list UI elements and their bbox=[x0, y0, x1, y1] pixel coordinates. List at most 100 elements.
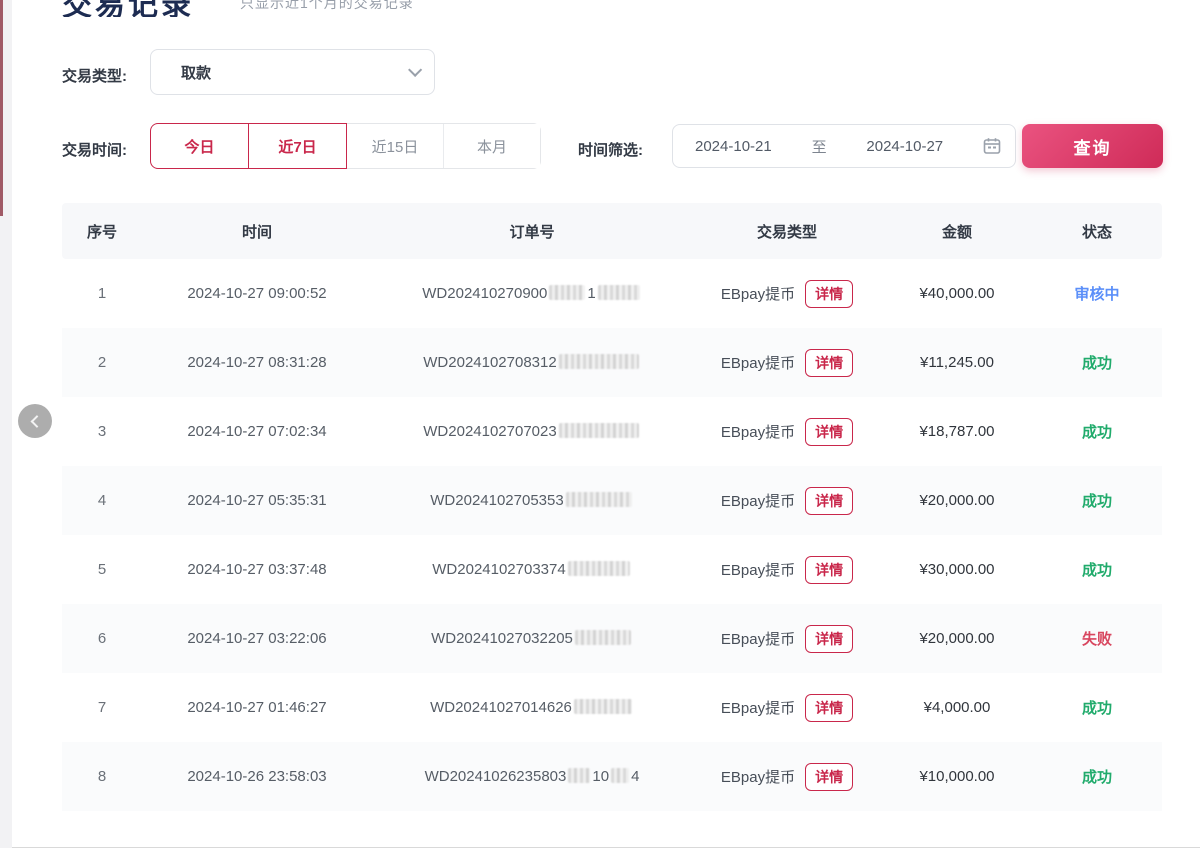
cell-type: EBpay提币 详情 bbox=[692, 418, 882, 446]
page-subtitle: 只显示近1个月的交易记录 bbox=[240, 0, 414, 13]
cell-type: EBpay提币 详情 bbox=[692, 556, 882, 584]
detail-button[interactable]: 详情 bbox=[805, 625, 853, 653]
status-badge: 审核中 bbox=[1032, 283, 1162, 304]
status-badge: 成功 bbox=[1032, 490, 1162, 511]
cell-amount: ¥18,787.00 bbox=[882, 423, 1032, 440]
date-from[interactable]: 2024-10-21 bbox=[695, 138, 772, 155]
cell-time: 2024-10-27 03:37:48 bbox=[142, 561, 372, 578]
page: 交易记录 只显示近1个月的交易记录 交易类型: 取款 交易时间: 今日近7日近1… bbox=[0, 0, 1200, 852]
masked-digits bbox=[611, 768, 629, 783]
date-range-picker[interactable]: 2024-10-21 至 2024-10-27 bbox=[672, 124, 1016, 168]
transaction-type-text: EBpay提币 bbox=[721, 352, 795, 373]
cell-amount: ¥30,000.00 bbox=[882, 561, 1032, 578]
masked-digits bbox=[559, 354, 639, 369]
page-title: 交易记录 bbox=[62, 0, 194, 17]
transaction-type-text: EBpay提币 bbox=[721, 697, 795, 718]
masked-digits bbox=[568, 561, 630, 576]
quick-range-4[interactable]: 本月 bbox=[443, 124, 540, 168]
transaction-type-text: EBpay提币 bbox=[721, 421, 795, 442]
cell-index: 4 bbox=[62, 492, 142, 509]
masked-digits bbox=[549, 285, 585, 300]
col-header-status: 状态 bbox=[1032, 221, 1162, 242]
quick-range-3[interactable]: 近15日 bbox=[346, 124, 443, 168]
cell-amount: ¥20,000.00 bbox=[882, 630, 1032, 647]
detail-button[interactable]: 详情 bbox=[805, 349, 853, 377]
cell-index: 1 bbox=[62, 285, 142, 302]
masked-digits bbox=[598, 285, 640, 300]
cell-type: EBpay提币 详情 bbox=[692, 763, 882, 791]
cell-index: 6 bbox=[62, 630, 142, 647]
col-header-time: 时间 bbox=[142, 221, 372, 242]
cell-order-number: WD2024102709001 bbox=[372, 285, 692, 302]
cell-order-number: WD20241027014626 bbox=[372, 699, 692, 716]
col-header-order: 订单号 bbox=[372, 221, 692, 242]
date-to[interactable]: 2024-10-27 bbox=[866, 138, 943, 155]
quick-range-2[interactable]: 近7日 bbox=[248, 123, 347, 169]
calendar-icon[interactable] bbox=[983, 137, 1001, 155]
cell-index: 2 bbox=[62, 354, 142, 371]
transactions-card: 交易记录 只显示近1个月的交易记录 交易类型: 取款 交易时间: 今日近7日近1… bbox=[12, 0, 1200, 848]
cell-order-number: WD2024102708312 bbox=[372, 354, 692, 371]
status-badge: 成功 bbox=[1032, 559, 1162, 580]
quick-range-group: 今日近7日近15日本月 bbox=[150, 123, 541, 169]
detail-button[interactable]: 详情 bbox=[805, 418, 853, 446]
cell-time: 2024-10-26 23:58:03 bbox=[142, 768, 372, 785]
collapse-panel-button[interactable] bbox=[18, 404, 52, 438]
transaction-type-value: 取款 bbox=[181, 62, 408, 83]
cell-time: 2024-10-27 03:22:06 bbox=[142, 630, 372, 647]
cell-order-number: WD2024102707023 bbox=[372, 423, 692, 440]
col-header-type: 交易类型 bbox=[692, 221, 882, 242]
status-badge: 成功 bbox=[1032, 421, 1162, 442]
col-header-index: 序号 bbox=[62, 221, 142, 242]
cell-type: EBpay提币 详情 bbox=[692, 487, 882, 515]
col-header-amount: 金额 bbox=[882, 221, 1032, 242]
table-row: 2 2024-10-27 08:31:28 WD2024102708312 EB… bbox=[62, 328, 1162, 397]
page-header: 交易记录 只显示近1个月的交易记录 bbox=[12, 0, 1200, 17]
table-row: 6 2024-10-27 03:22:06 WD20241027032205 E… bbox=[62, 604, 1162, 673]
table-body: 1 2024-10-27 09:00:52 WD2024102709001 EB… bbox=[62, 259, 1162, 811]
time-filter-label: 时间筛选: bbox=[578, 139, 643, 160]
transaction-type-text: EBpay提币 bbox=[721, 628, 795, 649]
cell-index: 7 bbox=[62, 699, 142, 716]
cell-amount: ¥10,000.00 bbox=[882, 768, 1032, 785]
transaction-time-label: 交易时间: bbox=[62, 139, 127, 160]
masked-digits bbox=[559, 423, 639, 438]
table-row: 5 2024-10-27 03:37:48 WD2024102703374 EB… bbox=[62, 535, 1162, 604]
transaction-type-text: EBpay提币 bbox=[721, 283, 795, 304]
cell-amount: ¥40,000.00 bbox=[882, 285, 1032, 302]
transaction-type-text: EBpay提币 bbox=[721, 559, 795, 580]
cell-amount: ¥4,000.00 bbox=[882, 699, 1032, 716]
cell-order-number: WD2024102705353 bbox=[372, 492, 692, 509]
cell-type: EBpay提币 详情 bbox=[692, 280, 882, 308]
cell-time: 2024-10-27 05:35:31 bbox=[142, 492, 372, 509]
transaction-type-select[interactable]: 取款 bbox=[150, 49, 435, 95]
chevron-left-icon bbox=[30, 415, 43, 428]
status-badge: 成功 bbox=[1032, 352, 1162, 373]
status-badge: 成功 bbox=[1032, 766, 1162, 787]
cell-time: 2024-10-27 08:31:28 bbox=[142, 354, 372, 371]
masked-digits bbox=[566, 492, 632, 507]
cell-amount: ¥20,000.00 bbox=[882, 492, 1032, 509]
detail-button[interactable]: 详情 bbox=[805, 763, 853, 791]
masked-digits bbox=[574, 699, 632, 714]
table-row: 3 2024-10-27 07:02:34 WD2024102707023 EB… bbox=[62, 397, 1162, 466]
masked-digits bbox=[575, 630, 631, 645]
table-row: 7 2024-10-27 01:46:27 WD20241027014626 E… bbox=[62, 673, 1162, 742]
search-button[interactable]: 查询 bbox=[1022, 124, 1163, 168]
chevron-down-icon bbox=[408, 63, 422, 77]
status-badge: 失败 bbox=[1032, 628, 1162, 649]
detail-button[interactable]: 详情 bbox=[805, 280, 853, 308]
transaction-type-label: 交易类型: bbox=[62, 65, 127, 86]
detail-button[interactable]: 详情 bbox=[805, 487, 853, 515]
table-row: 4 2024-10-27 05:35:31 WD2024102705353 EB… bbox=[62, 466, 1162, 535]
table-header-row: 序号 时间 订单号 交易类型 金额 状态 bbox=[62, 203, 1162, 259]
detail-button[interactable]: 详情 bbox=[805, 556, 853, 584]
cell-amount: ¥11,245.00 bbox=[882, 354, 1032, 371]
status-badge: 成功 bbox=[1032, 697, 1162, 718]
detail-button[interactable]: 详情 bbox=[805, 694, 853, 722]
cell-order-number: WD2024102703374 bbox=[372, 561, 692, 578]
quick-range-1[interactable]: 今日 bbox=[150, 123, 249, 169]
table-row: 8 2024-10-26 23:58:03 WD2024102623580310… bbox=[62, 742, 1162, 811]
cell-order-number: WD20241027032205 bbox=[372, 630, 692, 647]
cell-time: 2024-10-27 07:02:34 bbox=[142, 423, 372, 440]
